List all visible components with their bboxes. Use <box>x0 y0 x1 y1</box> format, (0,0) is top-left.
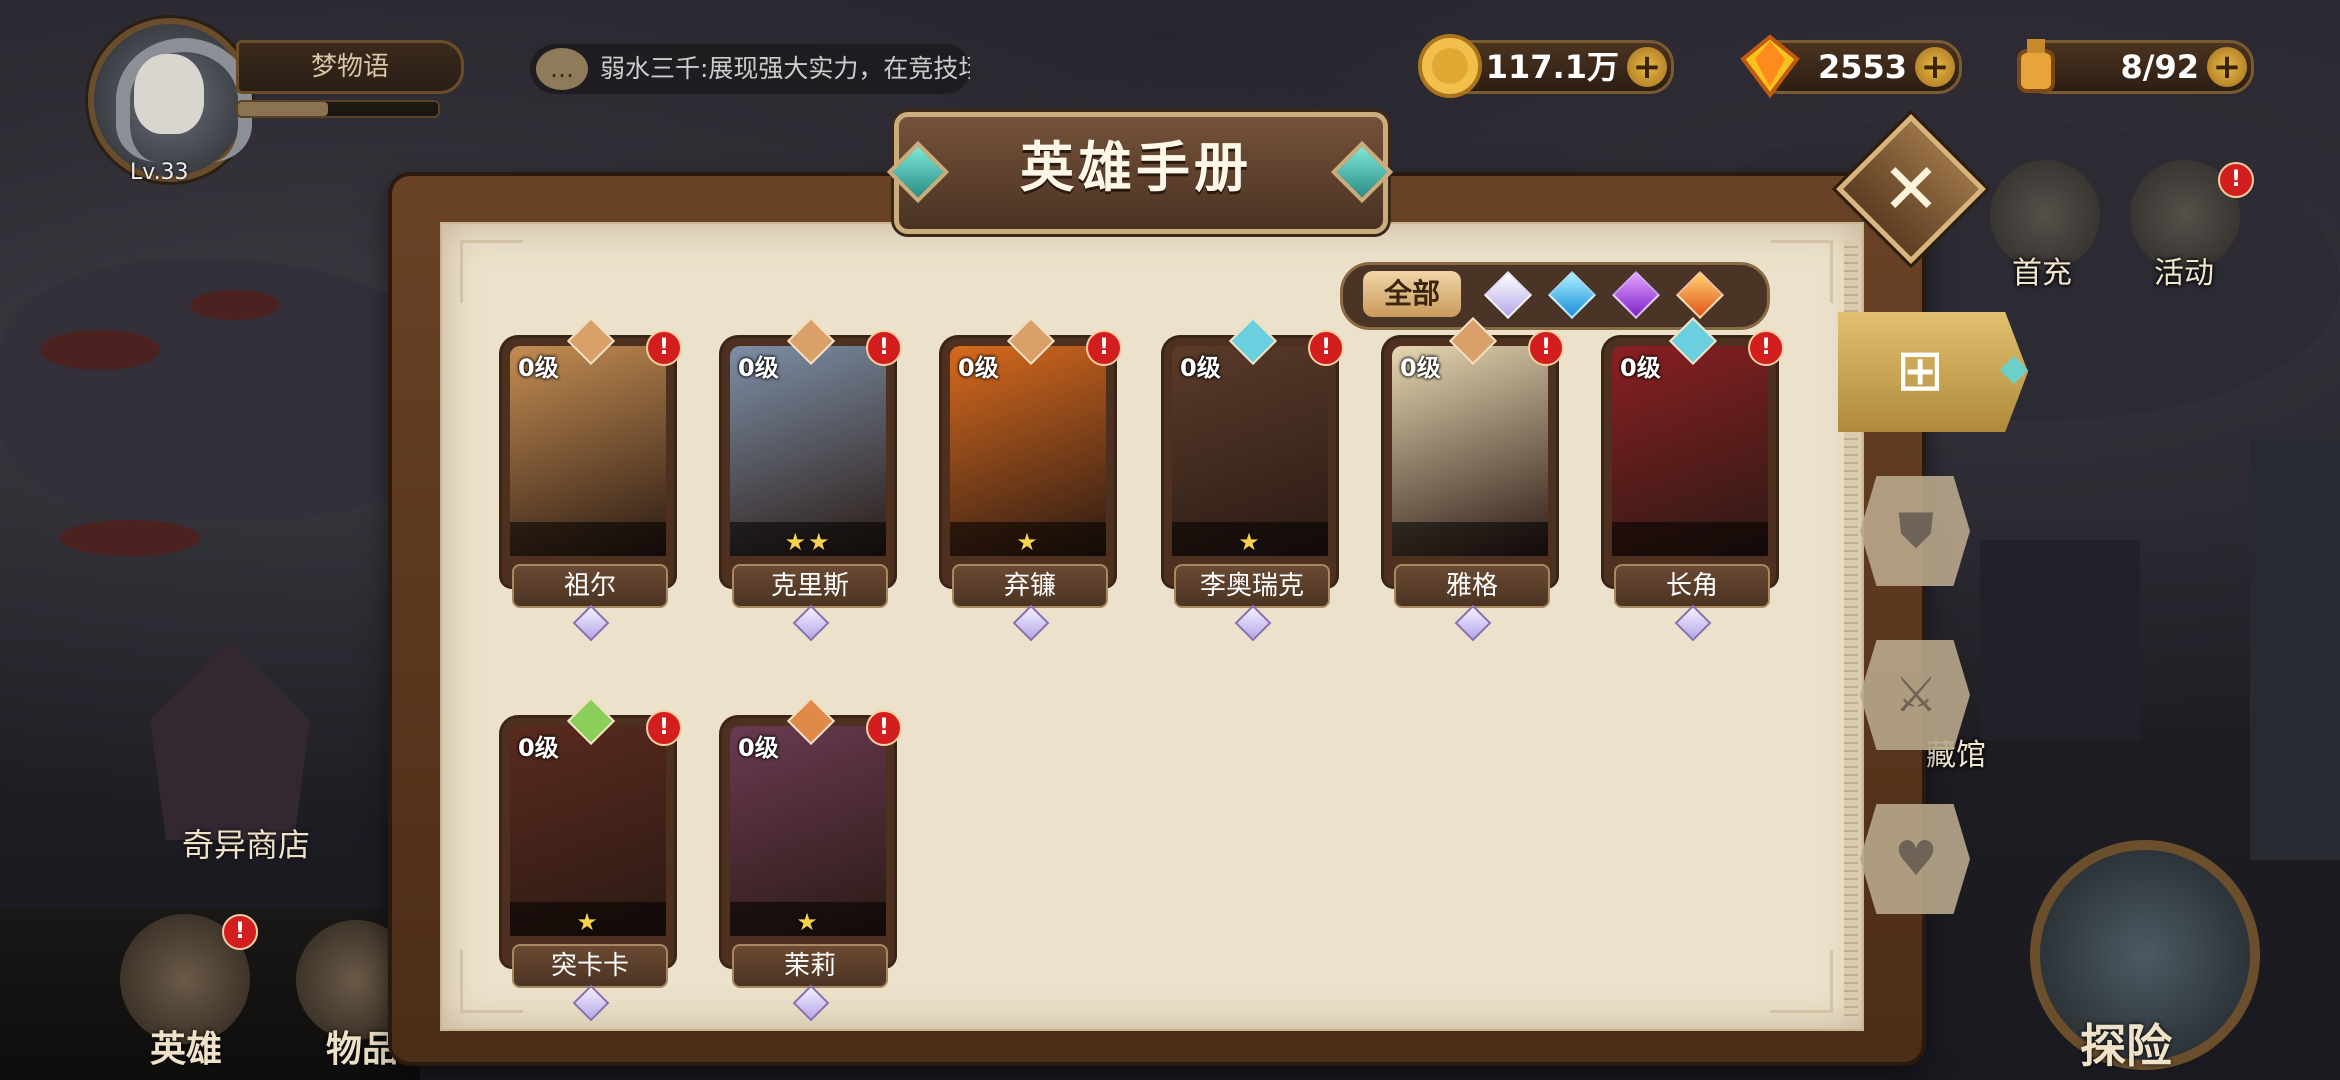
chat-message: 弱水三千:展现强大实力，在竞技场中 <box>600 54 970 83</box>
page-corner-ornament <box>1770 240 1833 303</box>
diamond-icon <box>1740 34 1800 99</box>
add-diamond-button[interactable]: + <box>1915 47 1955 87</box>
hero-name: 茉莉 <box>732 944 888 988</box>
heart-icon: ♥ <box>1894 831 1938 887</box>
hero-level: 0级 <box>518 354 559 382</box>
player-level: Lv.33 <box>130 160 189 185</box>
hero-name: 克里斯 <box>732 564 888 608</box>
hero-stars: ★ <box>576 908 600 936</box>
card-star-strip <box>1392 522 1548 556</box>
hero-name: 祖尔 <box>512 564 668 608</box>
rarity-filter-bar: 全部 <box>1340 262 1770 330</box>
card-star-strip <box>510 522 666 556</box>
events-alert-badge: ! <box>2218 162 2254 198</box>
hero-alert-badge: ! <box>1308 330 1344 366</box>
hero-level: 0级 <box>738 734 779 762</box>
hero-level: 0级 <box>958 354 999 382</box>
events-label: 活动 <box>2154 256 2214 291</box>
hero-card[interactable]: 0级祖尔! <box>502 316 682 642</box>
add-gold-button[interactable]: + <box>1627 47 1667 87</box>
gold-counter: 117.1万 + <box>1418 34 1674 98</box>
player-avatar[interactable] <box>88 18 252 182</box>
items-nav-label: 物品 <box>326 1029 399 1070</box>
heroes-alert-badge: ! <box>222 914 258 950</box>
filter-purple-gem-icon[interactable] <box>1611 270 1661 320</box>
chat-bubble-icon: … <box>536 48 588 90</box>
explore-label: 探险 <box>2080 1019 2172 1073</box>
player-exp-bar <box>236 100 440 118</box>
filter-white-gem-icon[interactable] <box>1483 270 1533 320</box>
hero-alert-badge: ! <box>646 710 682 746</box>
filter-orange-gem-icon[interactable] <box>1675 270 1725 320</box>
hero-card[interactable]: 0级 ★ 突卡卡! <box>502 696 682 1022</box>
hero-level: 0级 <box>1180 354 1221 382</box>
hero-alert-badge: ! <box>1528 330 1564 366</box>
hero-card[interactable]: 0级 ★★ 克里斯! <box>722 316 902 642</box>
hero-alert-badge: ! <box>646 330 682 366</box>
stamina-value: 8/92 <box>2120 48 2199 86</box>
exp-fill <box>238 102 328 116</box>
hero-level: 0级 <box>1400 354 1441 382</box>
chat-ticker[interactable]: … 弱水三千:展现强大实力，在竞技场中 <box>530 44 970 94</box>
hero-stars: ★ <box>796 908 820 936</box>
first-recharge-label: 首充 <box>2012 256 2072 291</box>
hero-level: 0级 <box>1620 354 1661 382</box>
title-banner: 英雄手册 <box>870 104 1402 234</box>
hero-name: 李奥瑞克 <box>1174 564 1330 608</box>
hero-card[interactable]: 0级 ★ 茉莉! <box>722 696 902 1022</box>
hero-alert-badge: ! <box>866 330 902 366</box>
filter-blue-gem-icon[interactable] <box>1547 270 1597 320</box>
add-stamina-button[interactable]: + <box>2207 47 2247 87</box>
hero-level: 0级 <box>518 734 559 762</box>
diamond-value: 2553 <box>1817 48 1907 86</box>
hero-name: 雅格 <box>1394 564 1550 608</box>
hero-card[interactable]: 0级长角! <box>1604 316 1784 642</box>
heroes-nav-label: 英雄 <box>150 1029 223 1070</box>
sword-icon: ⚔ <box>1894 667 1938 723</box>
shop-label[interactable]: 奇异商店 <box>182 820 310 866</box>
hero-alert-badge: ! <box>866 710 902 746</box>
gold-value: 117.1万 <box>1485 48 1619 86</box>
player-name[interactable]: 梦物语 <box>236 40 464 94</box>
diamond-counter: 2553 + <box>1740 34 1962 99</box>
hero-stars: ★ <box>1238 528 1262 556</box>
page-title: 英雄手册 <box>1020 136 1252 199</box>
grid-icon: ⊞ <box>1895 336 1945 404</box>
stamina-potion-icon <box>2017 39 2055 93</box>
hero-card[interactable]: 0级雅格! <box>1384 316 1564 642</box>
hero-card[interactable]: 0级 ★ 弃镰! <box>942 316 1122 642</box>
avatar-face <box>134 54 204 134</box>
hero-level: 0级 <box>738 354 779 382</box>
hero-alert-badge: ! <box>1086 330 1122 366</box>
gold-coin-icon <box>1418 34 1482 98</box>
filter-all-button[interactable]: 全部 <box>1363 271 1461 317</box>
page-corner-ornament <box>460 240 523 303</box>
stamina-counter: 8/92 + <box>2017 39 2254 94</box>
page-corner-ornament <box>1770 950 1833 1013</box>
hero-name: 长角 <box>1614 564 1770 608</box>
hero-alert-badge: ! <box>1748 330 1784 366</box>
hero-name: 突卡卡 <box>512 944 668 988</box>
close-icon: ✕ <box>1881 148 1941 230</box>
card-star-strip <box>1612 522 1768 556</box>
hero-stars: ★ <box>1016 528 1040 556</box>
shield-icon: ⛊ <box>1897 503 1934 559</box>
hero-stars: ★★ <box>784 528 832 556</box>
hero-card[interactable]: 0级 ★ 李奥瑞克! <box>1164 316 1344 642</box>
hero-name: 弃镰 <box>952 564 1108 608</box>
